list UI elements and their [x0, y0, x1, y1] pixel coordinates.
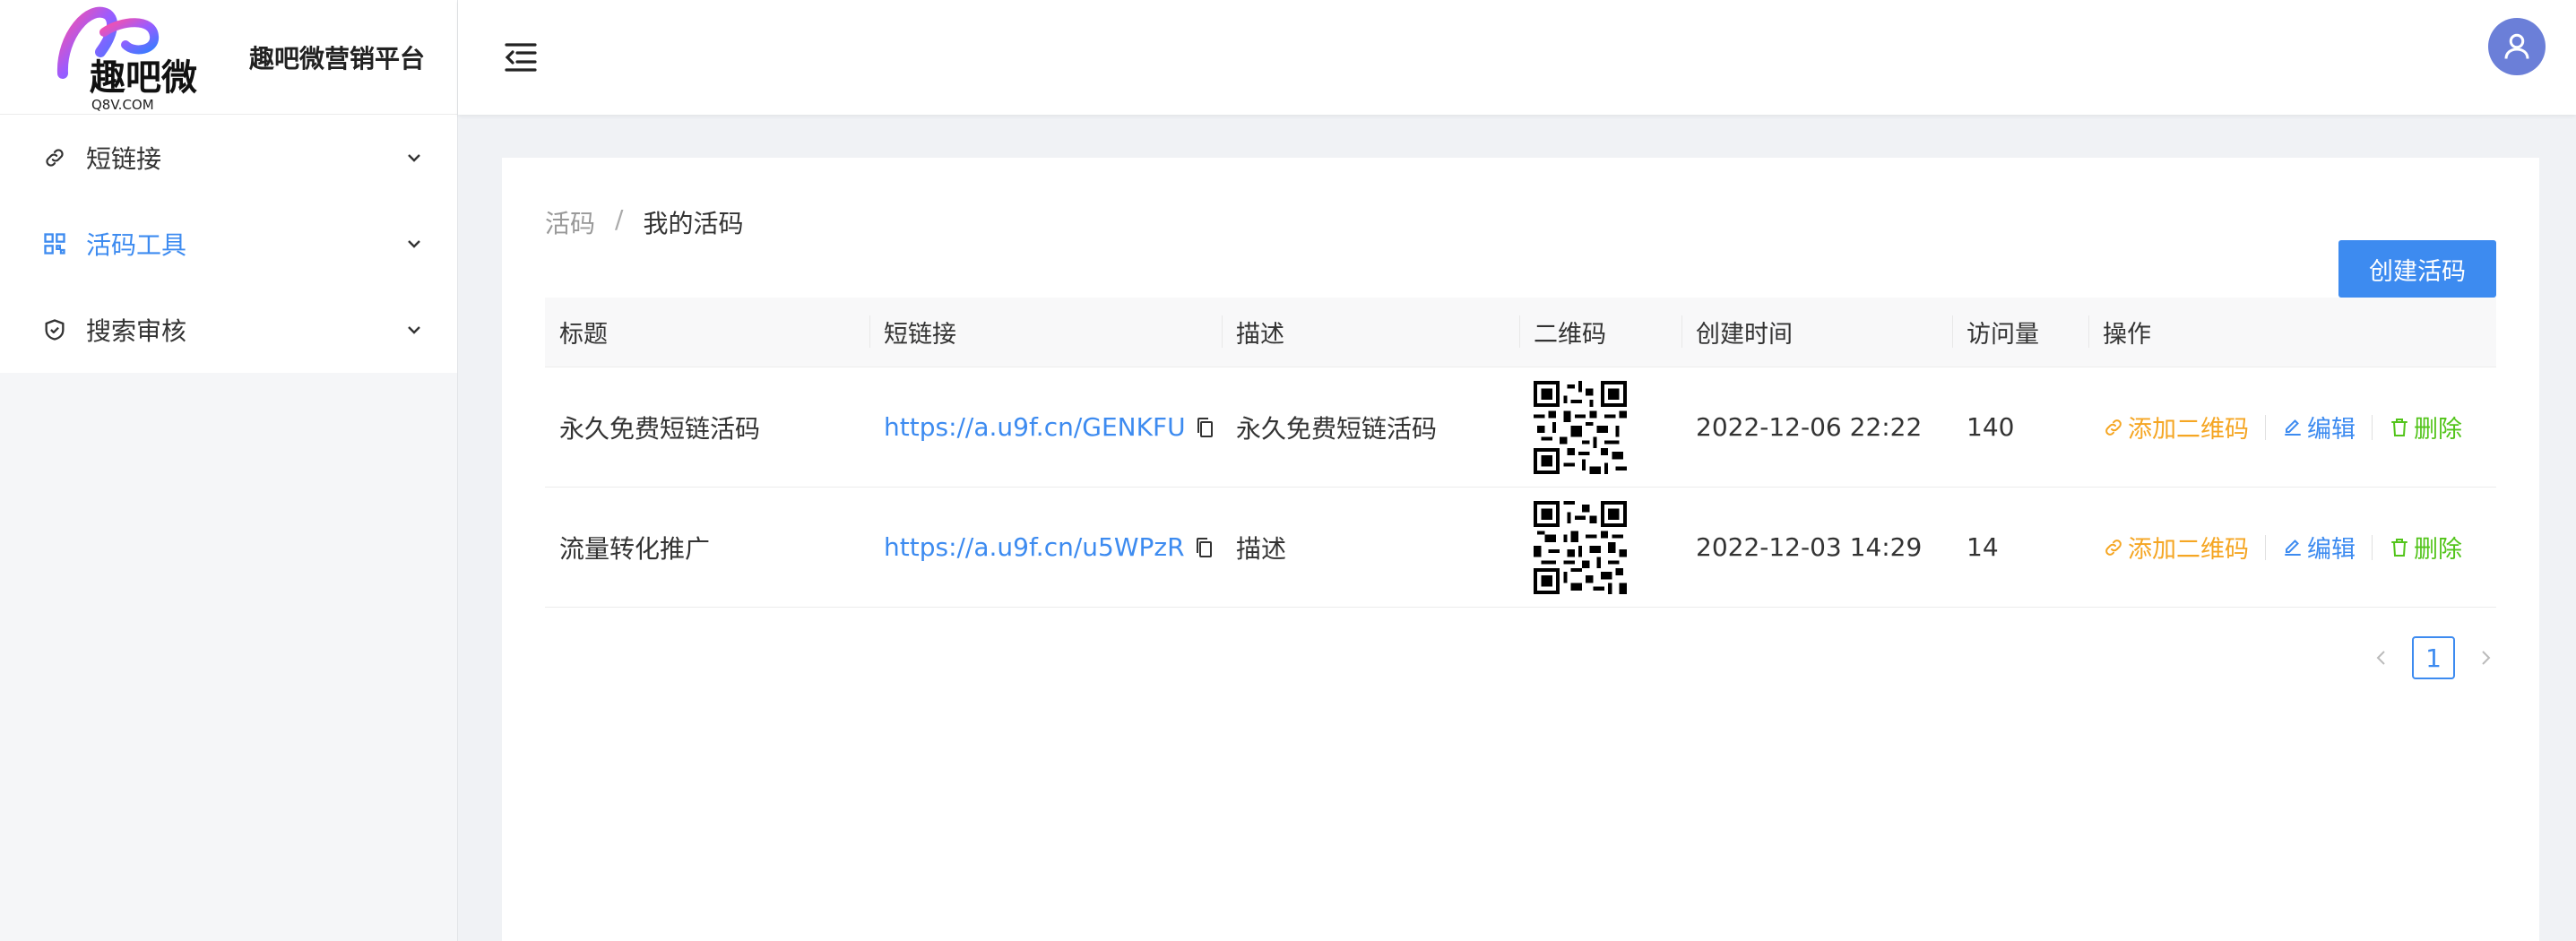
edit-icon: [2285, 419, 2301, 436]
edit-action[interactable]: 编辑: [2282, 410, 2356, 445]
cell-created: 2022-12-06 22:22: [1696, 412, 1923, 442]
delete-action[interactable]: 删除: [2389, 410, 2462, 445]
sidebar-item-qrcode-tools[interactable]: 活码工具: [0, 201, 457, 287]
sidebar-item-search-review[interactable]: 搜索审核: [0, 287, 457, 373]
delete-action[interactable]: 删除: [2389, 530, 2462, 565]
short-link[interactable]: https://a.u9f.cn/GENKFU: [884, 412, 1186, 442]
cell-actions: 添加二维码 编辑 删除: [2088, 530, 2496, 565]
qrcode-table: 标题 短链接 描述 二维码 创建时间 访问量 操作 永久免费短链活码 https…: [545, 298, 2496, 608]
qrcode-image[interactable]: [1534, 500, 1627, 594]
chevron-right-icon[interactable]: [2475, 647, 2496, 669]
cell-short-link: https://a.u9f.cn/GENKFU: [869, 412, 1222, 442]
shield-icon: [41, 316, 68, 343]
table-row: 永久免费短链活码 https://a.u9f.cn/GENKFU 永久免费短链活…: [545, 367, 2496, 488]
column-header-title: 标题: [559, 321, 608, 349]
copy-icon[interactable]: [1194, 536, 1215, 559]
sidebar: 趣吧微 Q8V.COM 趣吧微营销平台 短链接 活码工具 搜索审核: [0, 0, 458, 941]
brand-header: 趣吧微 Q8V.COM 趣吧微营销平台: [0, 0, 457, 115]
sidebar-item-label: 短链接: [86, 144, 162, 174]
cell-qrcode: [1519, 380, 1681, 474]
sidebar-item-label: 搜索审核: [86, 316, 187, 346]
brand-logo[interactable]: 趣吧微 Q8V.COM: [54, 0, 229, 115]
link-icon: [41, 144, 68, 171]
cell-created: 2022-12-03 14:29: [1696, 532, 1923, 562]
add-qrcode-label: 添加二维码: [2128, 536, 2249, 564]
breadcrumb-separator: /: [615, 204, 624, 234]
brand-title: 趣吧微营销平台: [249, 43, 426, 73]
trash-icon: [2391, 418, 2407, 436]
add-qrcode-action[interactable]: 添加二维码: [2103, 530, 2249, 565]
cell-title: 流量转化推广: [559, 533, 711, 564]
user-avatar[interactable]: [2488, 18, 2546, 75]
main-card: 活码 / 我的活码 创建活码 标题 短链接 描述 二维码 创建时间 访问量 操作…: [502, 158, 2539, 941]
edit-label: 编辑: [2307, 416, 2356, 444]
sidebar-item-short-link[interactable]: 短链接: [0, 115, 457, 201]
short-link[interactable]: https://a.u9f.cn/u5WPzR: [884, 532, 1185, 562]
trash-icon: [2391, 538, 2407, 557]
chevron-down-icon: [408, 154, 420, 162]
action-divider: [2265, 414, 2266, 440]
breadcrumb-current: 我的活码: [643, 209, 744, 238]
chevron-left-icon[interactable]: [2371, 647, 2392, 669]
action-divider: [2265, 534, 2266, 560]
chevron-down-icon: [408, 326, 420, 334]
delete-label: 删除: [2414, 416, 2462, 444]
edit-label: 编辑: [2307, 536, 2356, 564]
column-header-short-link: 短链接: [869, 298, 1222, 367]
menu-fold-icon[interactable]: [503, 41, 539, 73]
column-header-description: 描述: [1222, 298, 1519, 367]
qrcode-image[interactable]: [1534, 380, 1627, 474]
logo-subtext: Q8V.COM: [91, 97, 154, 113]
link-icon: [2105, 539, 2122, 556]
action-divider: [2372, 534, 2373, 560]
copy-icon[interactable]: [1195, 416, 1216, 439]
breadcrumb-parent[interactable]: 活码: [545, 204, 595, 240]
breadcrumb: 活码 / 我的活码: [545, 204, 743, 240]
edit-icon: [2285, 539, 2301, 556]
table-row: 流量转化推广 https://a.u9f.cn/u5WPzR 描述 2022-1…: [545, 488, 2496, 608]
page-number[interactable]: 1: [2412, 636, 2455, 679]
action-divider: [2372, 414, 2373, 440]
cell-qrcode: [1519, 500, 1681, 594]
chevron-down-icon: [408, 240, 420, 248]
column-header-created: 创建时间: [1681, 298, 1952, 367]
add-qrcode-label: 添加二维码: [2128, 416, 2249, 444]
column-header-qrcode: 二维码: [1519, 298, 1681, 367]
cell-actions: 添加二维码 编辑 删除: [2088, 410, 2496, 445]
column-header-actions: 操作: [2088, 298, 2496, 367]
cell-visits: 140: [1967, 412, 2015, 442]
add-qrcode-action[interactable]: 添加二维码: [2103, 410, 2249, 445]
pagination: 1: [2371, 636, 2496, 679]
cell-title: 永久免费短链活码: [559, 413, 761, 444]
logo-text: 趣吧微: [90, 57, 197, 99]
sidebar-menu: 短链接 活码工具 搜索审核: [0, 115, 457, 373]
link-icon: [2105, 419, 2122, 436]
delete-label: 删除: [2414, 536, 2462, 564]
create-qrcode-button[interactable]: 创建活码: [2338, 240, 2496, 298]
top-header: [458, 0, 2576, 115]
cell-description: 永久免费短链活码: [1236, 413, 1438, 444]
cell-short-link: https://a.u9f.cn/u5WPzR: [869, 532, 1222, 562]
sidebar-item-label: 活码工具: [86, 230, 187, 260]
qrcode-icon: [41, 230, 68, 257]
cell-description: 描述: [1236, 533, 1287, 564]
edit-action[interactable]: 编辑: [2282, 530, 2356, 565]
column-header-visits: 访问量: [1952, 298, 2088, 367]
table-header: 标题 短链接 描述 二维码 创建时间 访问量 操作: [545, 298, 2496, 367]
cell-visits: 14: [1967, 532, 1999, 562]
